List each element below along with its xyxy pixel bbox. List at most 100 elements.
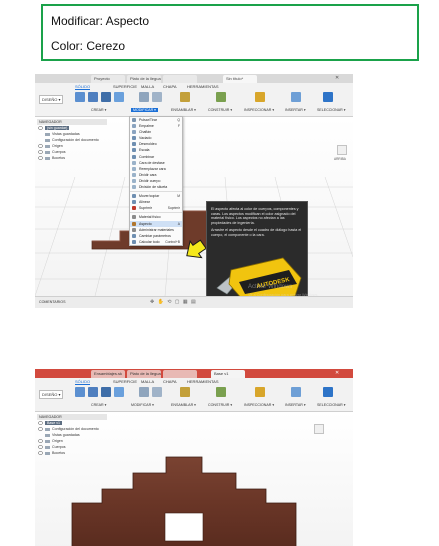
page: Modificar: Aspecto Color: Cerezo Proyect…	[0, 0, 439, 546]
plane-icon[interactable]	[216, 387, 226, 397]
group-construct[interactable]: CONSTRUIR ▾	[208, 108, 232, 112]
menu-item-delete[interactable]: Suprimir Suprimir	[130, 205, 182, 211]
group-assemble[interactable]: ENSAMBLAR ▾	[171, 108, 196, 112]
group-assemble[interactable]: ENSAMBLAR ▾	[171, 403, 196, 407]
group-select[interactable]: SELECCIONAR ▾	[317, 403, 346, 407]
hole-icon[interactable]	[114, 92, 124, 102]
menu-item-silhouette-split[interactable]: División de silueta	[130, 184, 182, 190]
extrude-icon[interactable]	[88, 387, 98, 397]
folder-icon	[45, 138, 50, 142]
eye-icon[interactable]	[38, 144, 43, 148]
press-pull-icon[interactable]	[139, 92, 149, 102]
folder-icon	[45, 439, 50, 443]
appearance-tooltip: El aspecto afecta al color de cuerpos, c…	[206, 201, 308, 307]
eye-icon[interactable]	[38, 451, 43, 455]
viewcube[interactable]	[337, 145, 347, 155]
new-sketch-icon[interactable]	[75, 92, 85, 102]
group-modify[interactable]: MODIFICAR ▾	[131, 108, 158, 112]
doc-tab[interactable]: Ensamblajes.sk	[91, 370, 125, 378]
close-icon[interactable]: ✕	[335, 75, 339, 81]
tab-surface[interactable]: SUPERFICIE	[113, 84, 137, 89]
doc-tab[interactable]: Proyecto	[91, 75, 125, 83]
measure-icon[interactable]	[255, 92, 265, 102]
tab-sheet-metal[interactable]: CHAPA	[163, 379, 176, 384]
doc-tab[interactable]: Plato de la lleguada	[127, 75, 161, 83]
browser-panel: NAVEGADOR (sin guardar) Vistas guardadas…	[37, 119, 107, 161]
instruction-box: Modificar: Aspecto Color: Cerezo	[41, 4, 419, 61]
eye-icon[interactable]	[38, 421, 43, 425]
browser-item-sketches[interactable]: Bocetos	[37, 155, 107, 161]
workspace-selector[interactable]: DISEÑO ▾	[39, 390, 64, 399]
canvas-viewport[interactable]: NAVEGADOR Base v1 Configuración del docu…	[35, 412, 353, 546]
eye-icon[interactable]	[38, 156, 43, 160]
group-construct[interactable]: CONSTRUIR ▾	[208, 403, 232, 407]
workspace-selector[interactable]: DISEÑO ▾	[39, 95, 64, 104]
group-inspect[interactable]: INSPECCIONAR ▾	[244, 403, 274, 407]
manage-materials-icon	[132, 227, 136, 232]
eye-icon[interactable]	[38, 427, 43, 431]
revolve-icon[interactable]	[101, 92, 111, 102]
comments-label[interactable]: COMENTARIOS	[39, 300, 66, 304]
compute-icon	[132, 239, 136, 244]
eye-icon[interactable]	[38, 126, 43, 130]
doc-tab-active[interactable]: Base v1	[211, 370, 245, 378]
navigation-tools-icon[interactable]: ✥ ✋ ⟲ ▢ ▦ ▤	[150, 299, 197, 305]
align-icon	[132, 200, 136, 205]
tab-sheet-metal[interactable]: CHAPA	[163, 84, 176, 89]
instruction-color: Color: Cerezo	[51, 39, 126, 53]
appearance-icon	[132, 221, 136, 226]
tab-solid[interactable]: SÓLIDO	[75, 84, 91, 90]
doc-tab[interactable]	[163, 75, 197, 83]
tab-mesh[interactable]: MALLA	[141, 379, 154, 384]
group-insert[interactable]: INSERTAR ▾	[285, 403, 306, 407]
plane-icon[interactable]	[216, 92, 226, 102]
revolve-icon[interactable]	[101, 387, 111, 397]
shell-icon	[132, 136, 136, 141]
folder-icon	[45, 451, 50, 455]
eye-icon[interactable]	[38, 150, 43, 154]
viewcube[interactable]	[314, 424, 324, 434]
split-face-icon	[132, 172, 136, 177]
move-icon	[132, 194, 136, 199]
group-create[interactable]: CREAR ▾	[91, 403, 106, 407]
split-body-icon	[132, 178, 136, 183]
joint-icon[interactable]	[180, 387, 190, 397]
doc-tab[interactable]: Plato de la lleguada	[127, 370, 161, 378]
menu-item-compute-all[interactable]: Calcular todo Control+B	[130, 239, 182, 245]
tab-surface[interactable]: SUPERFICIE	[113, 379, 137, 384]
group-select[interactable]: SELECCIONAR ▾	[317, 108, 346, 112]
select-icon[interactable]	[323, 92, 333, 102]
tooltip-description: El aspecto afecta al color de cuerpos, c…	[211, 207, 299, 225]
cherry-body-model[interactable]	[70, 455, 302, 546]
eye-icon[interactable]	[38, 445, 43, 449]
eye-icon[interactable]	[38, 439, 43, 443]
tab-tools[interactable]: HERRAMIENTAS	[187, 379, 218, 384]
fillet-icon[interactable]	[152, 387, 162, 397]
insert-icon[interactable]	[291, 92, 301, 102]
bottom-toolbar: COMENTARIOS ✥ ✋ ⟲ ▢ ▦ ▤	[35, 296, 353, 308]
group-inspect[interactable]: INSPECCIONAR ▾	[244, 108, 274, 112]
folder-icon	[45, 156, 50, 160]
doc-tab-active[interactable]: Sin título*	[223, 75, 257, 83]
tab-tools[interactable]: HERRAMIENTAS	[187, 84, 218, 89]
press-pull-icon[interactable]	[139, 387, 149, 397]
tab-mesh[interactable]: MALLA	[141, 84, 154, 89]
press-pull-icon	[132, 118, 136, 122]
group-modify[interactable]: MODIFICAR ▾	[131, 403, 154, 407]
close-icon[interactable]: ✕	[335, 370, 339, 376]
combine-icon	[132, 154, 136, 159]
group-create[interactable]: CREAR ▾	[91, 108, 106, 112]
group-insert[interactable]: INSERTAR ▾	[285, 108, 306, 112]
extrude-icon[interactable]	[88, 92, 98, 102]
hole-icon[interactable]	[114, 387, 124, 397]
tab-solid[interactable]: SÓLIDO	[75, 379, 91, 385]
joint-icon[interactable]	[180, 92, 190, 102]
doc-tab[interactable]	[163, 370, 197, 378]
fillet-icon[interactable]	[152, 92, 162, 102]
measure-icon[interactable]	[255, 387, 265, 397]
new-sketch-icon[interactable]	[75, 387, 85, 397]
select-icon[interactable]	[323, 387, 333, 397]
folder-icon	[45, 445, 50, 449]
chamfer-icon	[132, 130, 136, 135]
insert-icon[interactable]	[291, 387, 301, 397]
